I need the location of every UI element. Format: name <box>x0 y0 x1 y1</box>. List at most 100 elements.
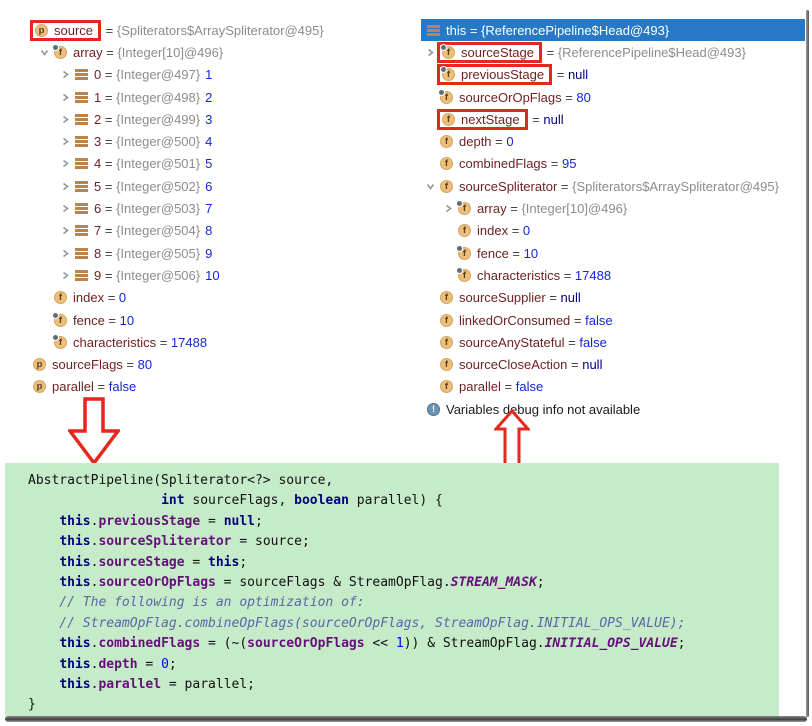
variable-value: {Integer@497} <box>116 67 201 83</box>
tree-row[interactable]: p parallel = false <box>14 376 410 398</box>
equals-sign: = <box>122 357 138 373</box>
chevron-right-icon[interactable] <box>61 226 70 235</box>
chevron-right-icon[interactable] <box>61 249 70 258</box>
array-element-icon <box>75 69 88 81</box>
equals-sign: = <box>543 44 558 60</box>
array-element-icon <box>75 247 88 259</box>
code-token: ; <box>677 636 686 652</box>
tree-row[interactable]: f array = {Integer[10]@496} <box>421 197 805 219</box>
variable-value: null <box>582 357 603 373</box>
tree-row[interactable]: f sourceCloseAction = null <box>421 353 805 375</box>
chevron-toggle[interactable] <box>35 48 54 57</box>
variable-name: sourceStage <box>461 44 534 60</box>
tree-row[interactable]: 3 = {Integer@500} 4 <box>14 130 410 152</box>
equals-sign: = <box>104 312 120 328</box>
variable-value: 10 <box>119 312 135 328</box>
variable-value: 10 <box>523 245 539 261</box>
chevron-toggle[interactable] <box>421 182 440 191</box>
field-icon: f <box>456 200 471 216</box>
tree-row[interactable]: 6 = {Integer@503} 7 <box>14 197 410 219</box>
code-token: << <box>364 636 396 652</box>
code-line: this.combinedFlags = (~(sourceOrOpFlags … <box>28 634 779 654</box>
chevron-right-icon[interactable] <box>61 137 70 146</box>
tree-row[interactable]: f fence = 10 <box>421 242 805 264</box>
code-token: = <box>137 656 162 672</box>
tree-row[interactable]: p source = {Spliterators$ArraySpliterator… <box>14 19 410 41</box>
chevron-right-icon[interactable] <box>61 204 70 213</box>
chevron-toggle[interactable] <box>56 93 75 102</box>
code-token: this <box>59 636 91 652</box>
chevron-down-icon[interactable] <box>426 182 435 191</box>
tree-row[interactable]: f characteristics = 17488 <box>14 331 410 353</box>
tree-row[interactable]: f previousStage = null <box>421 64 805 86</box>
field-icon: f <box>438 88 453 104</box>
equals-sign: = <box>466 22 482 38</box>
variable-value: {Integer@504} <box>116 223 201 239</box>
primitive-preview: 10 <box>205 267 220 283</box>
tree-row[interactable]: 8 = {Integer@505} 9 <box>14 242 410 264</box>
tree-row[interactable]: f sourceAnyStateful = false <box>421 331 805 353</box>
field-icon: f <box>442 112 455 126</box>
equals-sign: = <box>101 67 117 83</box>
tree-row[interactable]: f characteristics = 17488 <box>421 264 805 286</box>
chevron-right-icon[interactable] <box>61 115 70 124</box>
tree-row[interactable]: 7 = {Integer@504} 8 <box>14 220 410 242</box>
chevron-toggle[interactable] <box>56 182 75 191</box>
chevron-toggle[interactable] <box>56 249 75 258</box>
variable-name: sourceSpliterator <box>459 178 558 194</box>
tree-row[interactable]: p sourceFlags = 80 <box>14 353 410 375</box>
array-element-icon <box>75 225 88 237</box>
tree-row[interactable]: 4 = {Integer@501} 5 <box>14 153 410 175</box>
chevron-toggle[interactable] <box>439 204 458 213</box>
variable-value: 0 <box>506 134 514 150</box>
code-token: )) & StreamOpFlag. <box>403 636 545 652</box>
chevron-right-icon[interactable] <box>61 182 70 191</box>
variable-name: sourceOrOpFlags <box>459 89 562 105</box>
tree-row[interactable]: f sourceOrOpFlags = 80 <box>421 86 805 108</box>
chevron-toggle[interactable] <box>56 137 75 146</box>
tree-row[interactable]: 9 = {Integer@506} 10 <box>14 264 410 286</box>
tree-row[interactable]: 5 = {Integer@502} 6 <box>14 175 410 197</box>
chevron-toggle[interactable] <box>56 204 75 213</box>
chevron-right-icon[interactable] <box>61 93 70 102</box>
tree-row[interactable]: 2 = {Integer@499} 3 <box>14 108 410 130</box>
variable-value: false <box>108 379 137 395</box>
tree-row[interactable]: f linkedOrConsumed = false <box>421 309 805 331</box>
tree-row[interactable]: f nextStage = null <box>421 108 805 130</box>
tree-row[interactable]: f index = 0 <box>14 287 410 309</box>
chevron-down-icon[interactable] <box>40 48 49 57</box>
chevron-toggle[interactable] <box>56 226 75 235</box>
equals-sign: = <box>101 134 117 150</box>
chevron-toggle[interactable] <box>56 159 75 168</box>
variable-value: 0 <box>522 223 531 239</box>
tree-row[interactable]: f depth = 0 <box>421 130 805 152</box>
chevron-right-icon[interactable] <box>61 159 70 168</box>
tree-row[interactable]: f combinedFlags = 95 <box>421 153 805 175</box>
code-token: 0 <box>161 656 169 672</box>
tree-row[interactable]: 0 = {Integer@497} 1 <box>14 64 410 86</box>
tree-row[interactable]: f sourceSupplier = null <box>421 287 805 309</box>
tree-row[interactable]: f index = 0 <box>421 220 805 242</box>
primitive-preview: 6 <box>205 178 213 194</box>
chevron-toggle[interactable] <box>56 70 75 79</box>
primitive-preview: 7 <box>205 201 213 217</box>
tree-row[interactable]: f sourceStage = {ReferencePipeline$Head@4… <box>421 41 805 63</box>
tree-row[interactable]: f sourceSpliterator = {Spliterators$Array… <box>421 175 805 197</box>
chevron-toggle[interactable] <box>56 271 75 280</box>
tree-row[interactable]: 1 = {Integer@498} 2 <box>14 86 410 108</box>
chevron-right-icon[interactable] <box>61 271 70 280</box>
chevron-right-icon[interactable] <box>61 70 70 79</box>
chevron-right-icon[interactable] <box>444 204 453 213</box>
chevron-right-icon[interactable] <box>426 48 435 57</box>
chevron-toggle[interactable] <box>56 115 75 124</box>
status-row[interactable]: ! Variables debug info not available <box>421 398 805 420</box>
tree-row[interactable]: f array = {Integer[10]@496} <box>14 41 410 63</box>
code-token: = source; <box>231 534 310 550</box>
tree-row[interactable]: f fence = 10 <box>14 309 410 331</box>
field-icon: f <box>52 311 67 327</box>
tree-row[interactable]: f parallel = false <box>421 376 805 398</box>
tree-row[interactable]: this = {ReferencePipeline$Head@493} <box>421 19 805 42</box>
code-token: = parallel; <box>161 677 255 693</box>
